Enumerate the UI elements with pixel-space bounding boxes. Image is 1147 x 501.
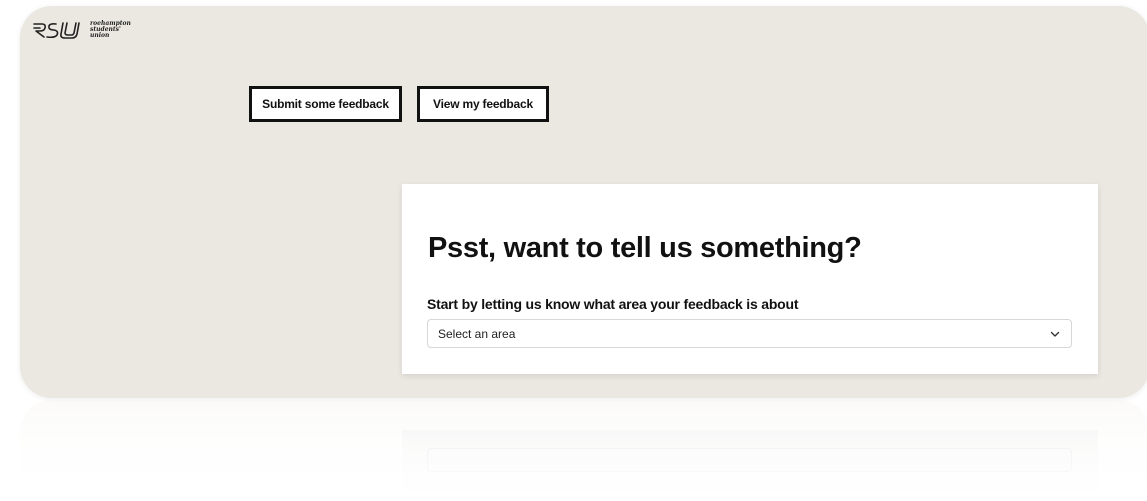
reflection-select-shape [427,448,1072,472]
reflection-panel-shape [20,400,1147,501]
reflection-fade [20,400,1147,501]
area-select-value: Select an area [438,326,516,341]
feedback-card: Psst, want to tell us something? Start b… [402,184,1098,374]
chevron-down-icon [1050,331,1060,337]
main-panel: roehampton students' union Submit some f… [20,6,1147,398]
reflection-card-shape [402,430,1098,501]
card-title: Psst, want to tell us something? [428,232,862,264]
logo-wordmark: roehampton students' union [90,21,131,39]
area-select[interactable]: Select an area [427,319,1072,348]
tab-view-feedback[interactable]: View my feedback [417,86,549,122]
logo-line-3: union [90,32,110,39]
rsu-logo-icon [33,22,80,39]
tab-submit-feedback[interactable]: Submit some feedback [249,86,402,122]
brand-logo[interactable]: roehampton students' union [32,20,131,40]
area-select-label: Start by letting us know what area your … [427,296,799,312]
panel-reflection [20,400,1147,501]
